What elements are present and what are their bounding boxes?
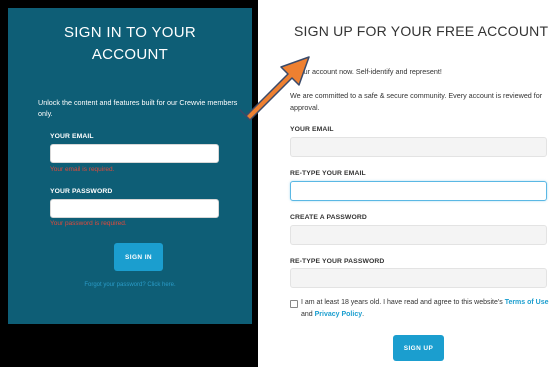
forgot-password-link[interactable]: Forgot your password? Click here.: [8, 282, 252, 288]
signup-password-input[interactable]: [290, 225, 547, 245]
signin-email-input[interactable]: [50, 144, 219, 163]
signup-email-input[interactable]: [290, 137, 547, 157]
signup-password-label: CREATE A PASSWORD: [290, 214, 367, 221]
signin-email-error: Your email is required.: [50, 166, 115, 173]
privacy-policy-link[interactable]: Privacy Policy: [315, 311, 362, 318]
signin-title-line2: ACCOUNT: [91, 46, 169, 63]
signup-retype-password-input[interactable]: [290, 268, 547, 288]
signin-button[interactable]: SIGN IN: [114, 243, 163, 271]
terms-of-use-link[interactable]: Terms of Use: [505, 299, 549, 306]
signin-title-line1: SIGN IN TO YOUR: [63, 24, 197, 41]
arrow-icon: [239, 56, 310, 121]
signup-intro-line2: We are committed to a safe & secure comm…: [290, 91, 543, 112]
signup-intro-line1: e your account now. Self-identify and re…: [290, 67, 442, 76]
signup-button[interactable]: SIGN UP: [393, 335, 444, 361]
signin-password-error: Your password is required.: [50, 220, 127, 227]
signin-panel: SIGN IN TO YOUR ACCOUNT Unlock the conte…: [8, 8, 252, 324]
signup-retype-password-label: RE-TYPE YOUR PASSWORD: [290, 258, 385, 265]
signin-password-label: YOUR PASSWORD: [50, 188, 113, 195]
signup-retype-email-input[interactable]: [290, 181, 547, 201]
agree-text-main: I am at least 18 years old. I have read …: [301, 299, 503, 306]
agree-and: and: [301, 311, 315, 318]
signin-intro: Unlock the content and features built fo…: [38, 98, 238, 118]
signin-email-label: YOUR EMAIL: [50, 133, 94, 140]
signin-password-input[interactable]: [50, 199, 219, 218]
age-terms-checkbox[interactable]: [290, 300, 298, 308]
agree-end: .: [362, 311, 365, 318]
signup-title: SIGN UP FOR YOUR FREE ACCOUNT: [294, 23, 549, 39]
signup-retype-email-label: RE-TYPE YOUR EMAIL: [290, 170, 366, 177]
agree-text: I am at least 18 years old. I have read …: [301, 297, 549, 321]
